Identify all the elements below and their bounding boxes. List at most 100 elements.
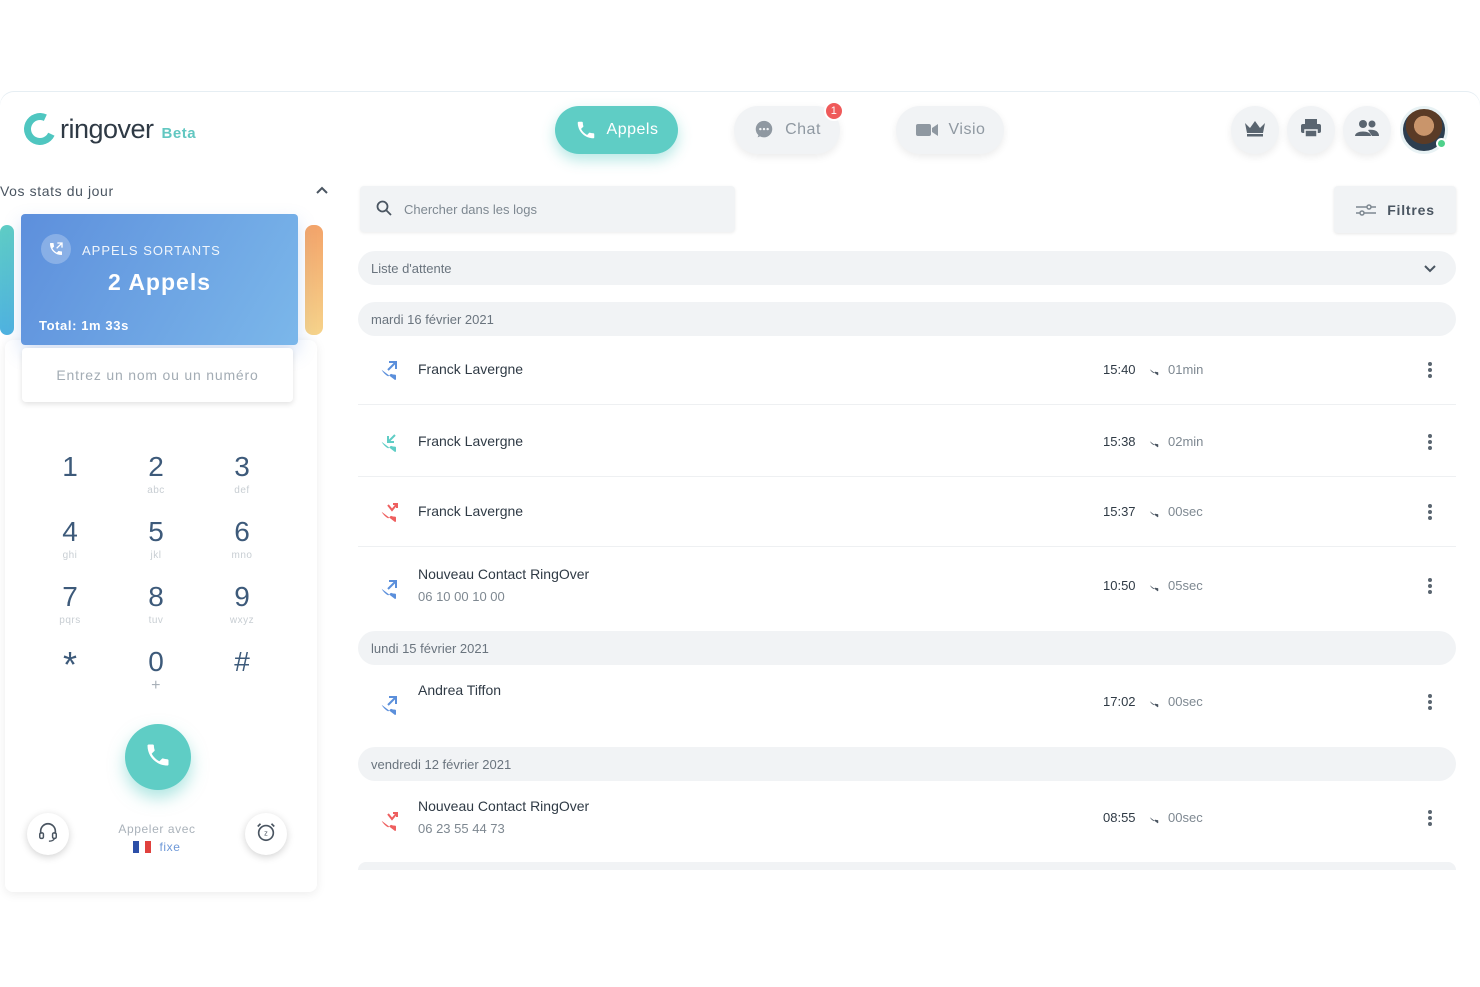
chat-notification-badge: 1 — [824, 101, 844, 121]
contact-name[interactable]: Franck Lavergne — [418, 433, 523, 449]
stats-card-total: Total: 1m 33s — [39, 318, 129, 333]
log-search[interactable] — [360, 186, 735, 232]
phone-icon — [144, 741, 172, 774]
waiting-list-dropdown[interactable]: Liste d'attente — [358, 251, 1456, 285]
dial-key-7[interactable]: 7 pqrs — [40, 580, 100, 636]
contact-name[interactable]: Franck Lavergne — [418, 361, 523, 377]
user-avatar[interactable] — [1400, 106, 1448, 154]
dial-key-2[interactable]: 2 abc — [126, 450, 186, 506]
call-button[interactable] — [125, 724, 191, 790]
more-options-icon[interactable] — [1422, 502, 1438, 522]
dial-key-4[interactable]: 4 ghi — [40, 515, 100, 571]
dial-key-digit: 1 — [62, 451, 78, 482]
logo-icon — [19, 108, 61, 150]
dial-key-digit: 2 — [148, 451, 164, 482]
chevron-up-icon[interactable] — [314, 182, 330, 198]
tab-chat[interactable]: Chat 1 — [734, 101, 844, 154]
call-duration: 02min — [1168, 434, 1204, 449]
contact-name[interactable]: Nouveau Contact RingOver — [418, 798, 589, 814]
call-log-row[interactable]: Franck Lavergne 15:38 02min — [358, 407, 1456, 477]
phone-icon — [1146, 363, 1160, 377]
dial-key-8[interactable]: 8 tuv — [126, 580, 186, 636]
dial-key-hash[interactable]: # — [212, 645, 272, 701]
call-with-selector[interactable]: Appeler avec fixe — [100, 822, 214, 856]
dial-key-digit: 4 — [62, 516, 78, 547]
dial-key-5[interactable]: 5 jkl — [126, 515, 186, 571]
stats-card-label: APPELS SORTANTS — [82, 243, 221, 258]
beta-tag: Beta — [161, 124, 197, 142]
print-button[interactable] — [1287, 106, 1335, 154]
dial-key-6[interactable]: 6 mno — [212, 515, 272, 571]
dial-key-digit: 0 — [148, 646, 164, 677]
contact-number: 06 10 00 10 00 — [418, 589, 505, 604]
date-header: mardi 16 février 2021 — [358, 302, 1456, 336]
dial-key-letters: mno — [231, 550, 253, 561]
dial-key-digit: 9 — [234, 581, 250, 612]
call-duration: 00sec — [1168, 810, 1203, 825]
dial-key-digit: 7 — [62, 581, 78, 612]
snooze-button[interactable]: z — [245, 813, 287, 855]
date-header: vendredi 12 février 2021 — [358, 747, 1456, 781]
dial-key-3[interactable]: 3 def — [212, 450, 272, 506]
outgoing-call-icon — [41, 234, 71, 264]
people-icon — [1354, 119, 1380, 142]
ringover-logo[interactable]: ringover Beta — [19, 108, 197, 150]
date-header-label: lundi 15 février 2021 — [371, 640, 489, 656]
more-options-icon[interactable] — [1422, 576, 1438, 596]
call-log-row[interactable]: Franck Lavergne 15:40 01min — [358, 335, 1456, 405]
chat-bubble-icon — [753, 119, 775, 141]
tab-visio[interactable]: Visio — [896, 106, 1004, 154]
date-header-label: vendredi 12 février 2021 — [371, 756, 512, 772]
logo-text: ringover — [60, 113, 154, 144]
headset-button[interactable] — [27, 813, 69, 855]
date-header-label: mardi 16 février 2021 — [371, 311, 494, 327]
dial-key-digit: 8 — [148, 581, 164, 612]
stats-card-next[interactable] — [305, 225, 323, 335]
tab-appels[interactable]: Appels — [555, 106, 678, 154]
stats-card-outgoing[interactable]: APPELS SORTANTS 2 Appels Total: 1m 33s — [21, 214, 298, 345]
call-duration: 00sec — [1168, 694, 1203, 709]
phone-icon — [1146, 811, 1160, 825]
dial-key-letters: wxyz — [229, 615, 255, 626]
phone-icon — [1146, 579, 1160, 593]
dial-key-letters: def — [234, 485, 250, 496]
call-time: 15:38 — [1103, 434, 1136, 449]
call-log-row[interactable]: Franck Lavergne 15:37 00sec — [358, 477, 1456, 547]
dialer-number-input[interactable]: Entrez un nom ou un numéro — [22, 348, 293, 402]
france-flag-icon — [133, 841, 152, 853]
tab-chat-label: Chat — [785, 121, 821, 138]
dial-key-0[interactable]: 0 + — [126, 645, 186, 701]
call-time: 17:02 — [1103, 694, 1136, 709]
stats-card-previous[interactable] — [0, 225, 14, 335]
dial-key-star[interactable]: * — [40, 645, 100, 701]
call-with-label: Appeler avec — [118, 822, 196, 836]
dial-key-9[interactable]: 9 wxyz — [212, 580, 272, 636]
premium-button[interactable] — [1231, 106, 1279, 154]
online-status-dot — [1436, 138, 1447, 149]
call-log-row[interactable]: Andrea Tiffon 17:02 00sec — [358, 666, 1456, 746]
dial-key-digit: 6 — [234, 516, 250, 547]
filters-button[interactable]: Filtres — [1334, 186, 1456, 233]
contact-name[interactable]: Nouveau Contact RingOver — [418, 566, 589, 582]
stats-card-value: 2 Appels — [107, 269, 211, 295]
contacts-button[interactable] — [1343, 106, 1391, 154]
call-with-line[interactable]: fixe — [133, 840, 180, 854]
log-search-input[interactable] — [404, 201, 704, 217]
more-options-icon[interactable] — [1422, 808, 1438, 828]
more-options-icon[interactable] — [1422, 360, 1438, 380]
missed-call-icon — [375, 810, 399, 834]
dial-key-letters: + — [151, 677, 161, 694]
call-log-row[interactable]: Nouveau Contact RingOver 06 10 00 10 00 10… — [358, 550, 1456, 630]
contact-name[interactable]: Franck Lavergne — [418, 503, 523, 519]
print-icon — [1300, 118, 1322, 143]
more-options-icon[interactable] — [1422, 432, 1438, 452]
call-log-row[interactable]: Nouveau Contact RingOver 06 23 55 44 73 08… — [358, 782, 1456, 862]
phone-icon — [1146, 695, 1160, 709]
call-duration: 00sec — [1168, 504, 1203, 519]
phone-icon — [575, 119, 597, 141]
contact-name[interactable]: Andrea Tiffon — [418, 682, 501, 698]
dial-key-digit: 3 — [234, 451, 250, 482]
dial-key-1[interactable]: 1 — [40, 450, 100, 506]
contact-number: 06 23 55 44 73 — [418, 821, 505, 836]
more-options-icon[interactable] — [1422, 692, 1438, 712]
